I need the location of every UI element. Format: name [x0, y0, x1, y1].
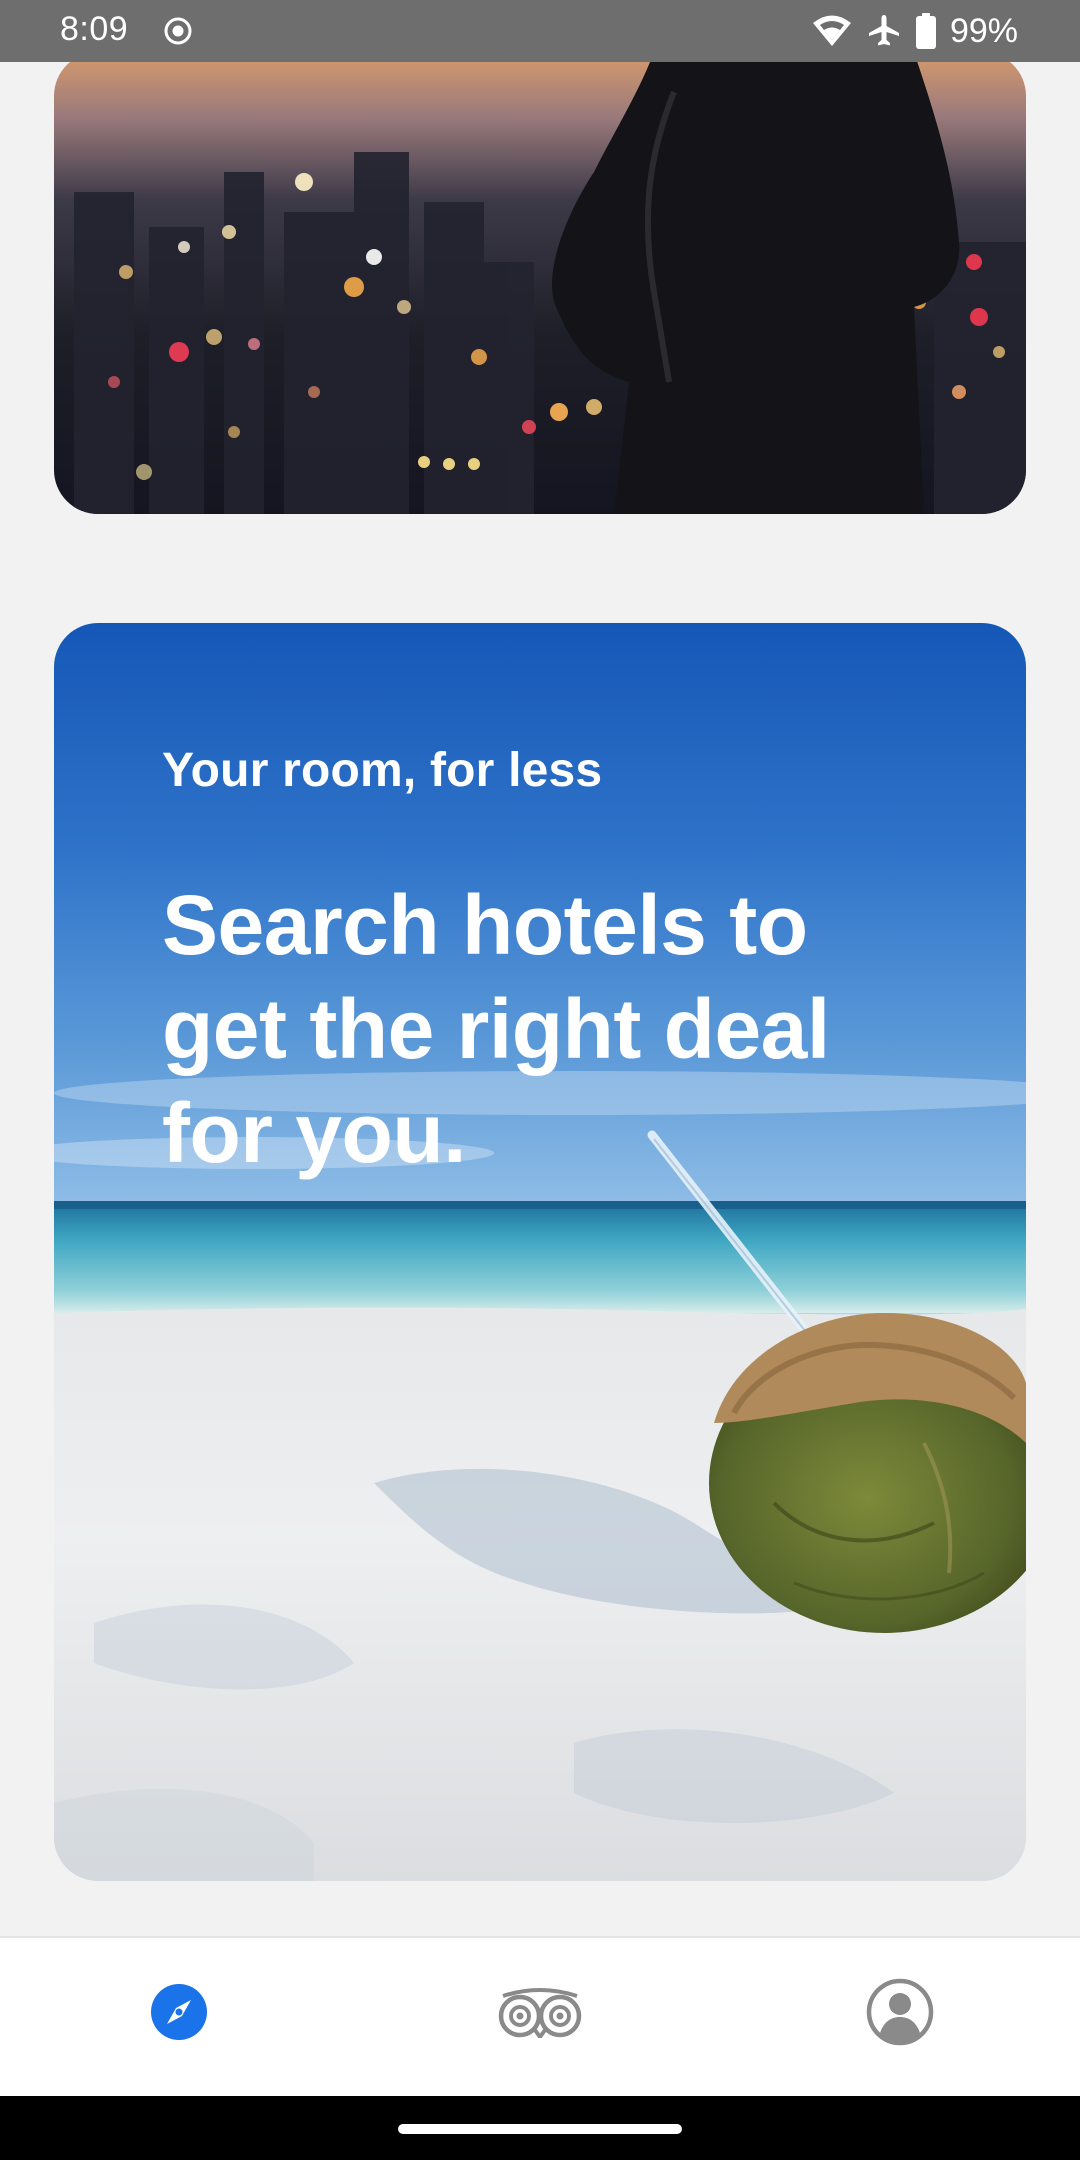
compass-icon	[151, 1984, 207, 2040]
system-navigation-bar	[0, 2096, 1080, 2160]
airplane-mode-icon	[868, 15, 899, 46]
nav-profile-tab[interactable]	[864, 1976, 936, 2048]
status-bar: 8:09 99%	[0, 0, 1080, 62]
card-eyebrow: Your room, for less	[162, 744, 603, 797]
city-promo-card[interactable]	[54, 62, 1026, 514]
battery-icon	[915, 13, 936, 49]
coconut-on-beach-image	[54, 1071, 1026, 1881]
hotel-deals-card[interactable]: Your room, for less Search hotels to get…	[54, 623, 1026, 1881]
card-headline: Search hotels to get the right deal for …	[162, 878, 830, 1180]
owl-logo-icon	[498, 1988, 582, 2038]
screen-record-icon	[164, 17, 192, 45]
wifi-icon	[812, 15, 851, 46]
profile-icon	[866, 1978, 934, 2046]
nav-explore-tab[interactable]	[143, 1976, 215, 2048]
status-time: 8:09	[60, 10, 129, 48]
city-skyline-image	[74, 62, 1026, 514]
battery-level: 99%	[949, 11, 1018, 50]
status-icons: 99%	[812, 10, 1018, 52]
home-gesture-handle[interactable]	[398, 2124, 682, 2134]
bottom-navigation	[0, 1936, 1080, 2098]
feed-scroll-area[interactable]: Your room, for less Search hotels to get…	[0, 62, 1080, 1936]
nav-trips-tab[interactable]	[494, 1976, 586, 2048]
